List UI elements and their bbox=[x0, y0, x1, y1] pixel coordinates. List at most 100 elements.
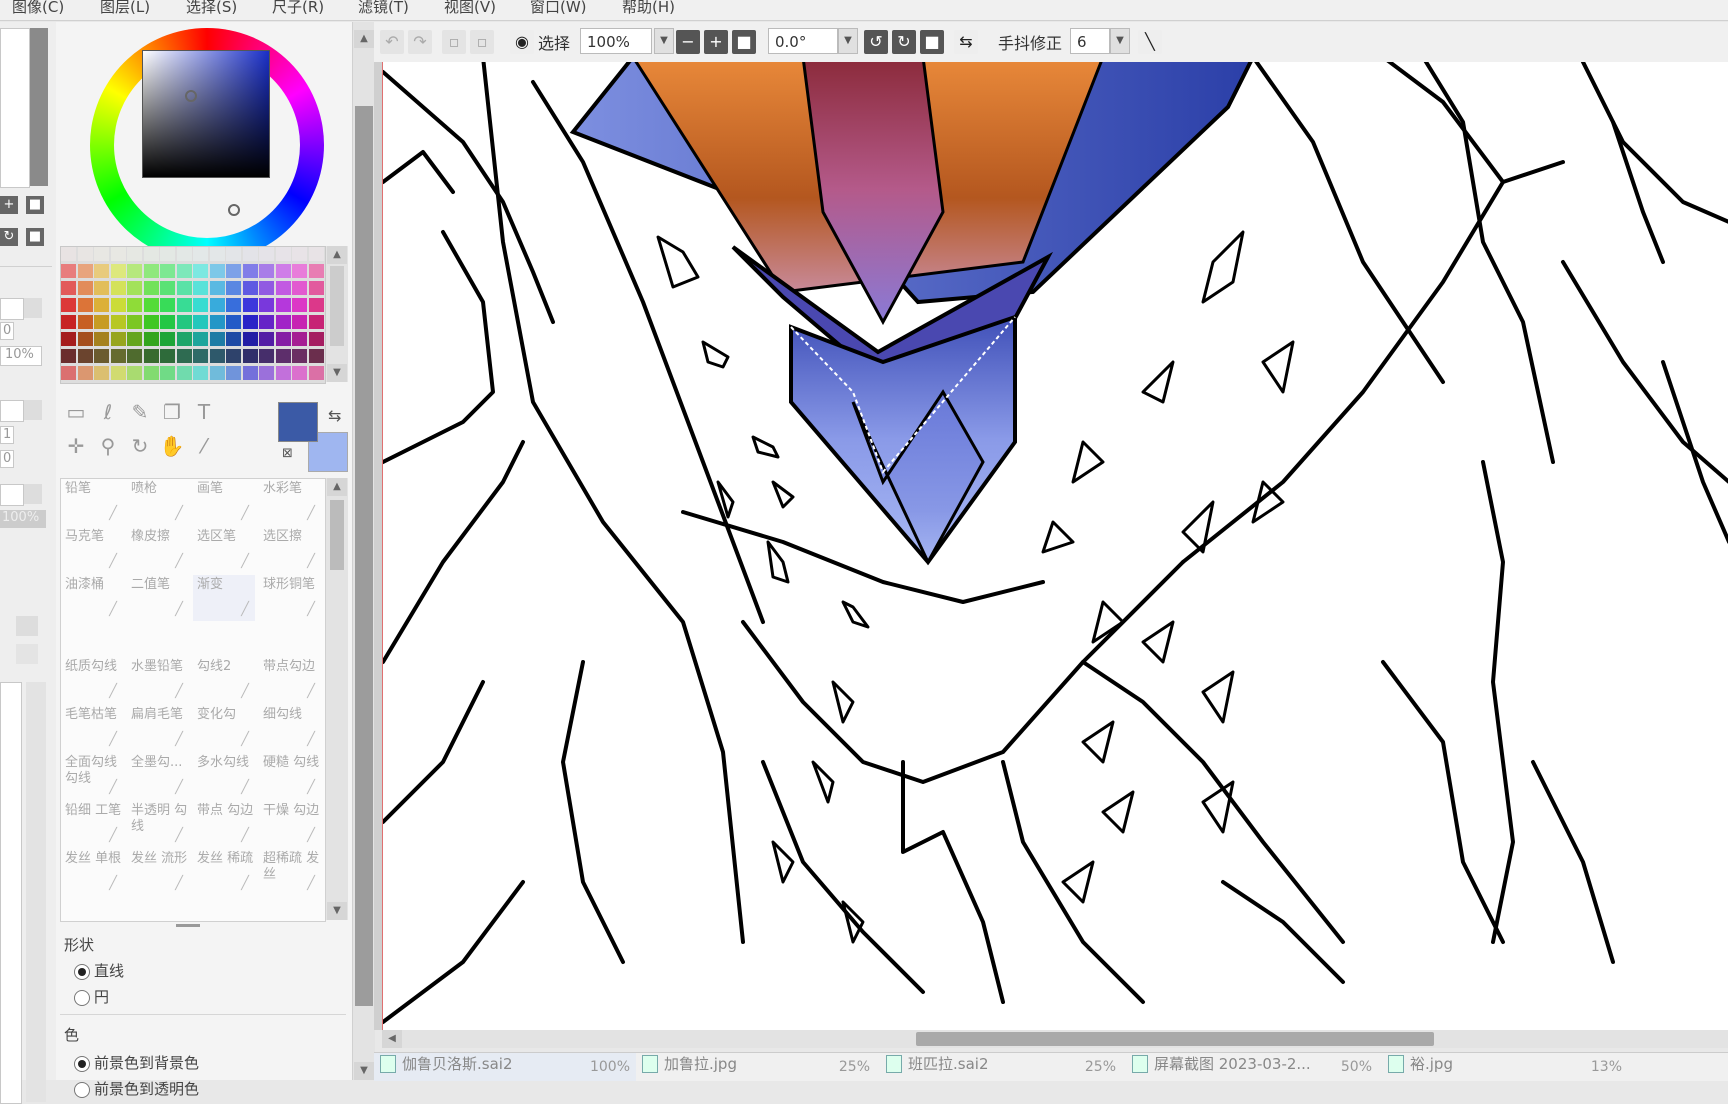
rotation-dropdown-icon[interactable]: ▼ bbox=[838, 28, 858, 54]
color-swatch[interactable] bbox=[209, 315, 225, 329]
foreground-color-swatch[interactable] bbox=[278, 402, 318, 442]
lasso-icon[interactable]: ℓ bbox=[94, 398, 122, 426]
color-swatch[interactable] bbox=[242, 298, 258, 312]
color-swatch[interactable] bbox=[209, 332, 225, 346]
document-tab[interactable]: 裕.jpg 13% bbox=[1382, 1053, 1632, 1081]
brush-slot[interactable]: 球形铜笔 ╱ bbox=[259, 575, 321, 621]
layer-mode-select[interactable] bbox=[0, 400, 24, 422]
color-swatch[interactable] bbox=[143, 332, 159, 346]
color-swatch[interactable] bbox=[94, 298, 109, 312]
color-swatch[interactable] bbox=[275, 315, 291, 329]
scroll-up-icon[interactable]: ▲ bbox=[327, 478, 347, 496]
color-swatch[interactable] bbox=[143, 247, 159, 261]
brush-scrollbar[interactable]: ▲ ▼ bbox=[326, 478, 348, 920]
color-swatch[interactable] bbox=[77, 366, 93, 380]
color-swatch[interactable] bbox=[292, 332, 307, 346]
color-swatch[interactable] bbox=[259, 247, 274, 261]
color-swatch[interactable] bbox=[110, 332, 126, 346]
color-swatch[interactable] bbox=[143, 366, 159, 380]
canvas-area[interactable] bbox=[374, 62, 1728, 1030]
color-swatch[interactable] bbox=[226, 332, 241, 346]
color-swatch[interactable] bbox=[209, 298, 225, 312]
color-swatch[interactable] bbox=[209, 264, 225, 278]
eyedropper-icon[interactable]: ⁄ bbox=[190, 432, 218, 460]
scroll-up-icon[interactable]: ▲ bbox=[354, 30, 374, 48]
swatch-scrollbar[interactable]: ▲ ▼ bbox=[326, 246, 348, 382]
scroll-down-icon[interactable]: ▼ bbox=[354, 1062, 374, 1080]
radio-icon[interactable] bbox=[74, 963, 90, 980]
select-box[interactable] bbox=[0, 484, 24, 506]
color-swatch[interactable] bbox=[193, 298, 208, 312]
saturation-value-square[interactable] bbox=[142, 50, 270, 178]
rect-select-icon[interactable]: ▭ bbox=[62, 398, 90, 426]
color-swatch[interactable] bbox=[193, 315, 208, 329]
move-icon[interactable]: ✛ bbox=[62, 432, 90, 460]
zoom-out-icon[interactable]: − bbox=[676, 30, 700, 54]
color-swatch[interactable] bbox=[77, 298, 93, 312]
canvas-horizontal-scrollbar[interactable]: ◀ bbox=[382, 1030, 1728, 1048]
color-swatch[interactable] bbox=[61, 298, 76, 312]
color-swatch[interactable] bbox=[242, 366, 258, 380]
flip-horizontal-icon[interactable]: ⇆ bbox=[954, 30, 978, 54]
brush-slot[interactable]: 勾线2 ╱ bbox=[193, 657, 255, 703]
brush-slot[interactable]: 超稀疏 发丝 ╱ bbox=[259, 849, 321, 895]
color-swatch[interactable] bbox=[292, 366, 307, 380]
color-swatch[interactable] bbox=[275, 298, 291, 312]
hue-marker[interactable] bbox=[228, 204, 240, 216]
value-box[interactable]: 0 bbox=[0, 450, 14, 468]
rotate-right-icon[interactable]: ↻ bbox=[892, 30, 916, 54]
scroll-left-icon[interactable]: ◀ bbox=[382, 1030, 402, 1048]
radio-icon[interactable] bbox=[74, 1055, 90, 1072]
color-swatch[interactable] bbox=[127, 298, 142, 312]
redo-icon[interactable]: ↷ bbox=[408, 30, 432, 54]
color-swatch[interactable] bbox=[110, 264, 126, 278]
brush-slot[interactable]: 铅笔 ╱ bbox=[61, 479, 123, 525]
brush-slot[interactable]: 橡皮擦 ╱ bbox=[127, 527, 189, 573]
color-swatch[interactable] bbox=[77, 281, 93, 295]
color-swatch[interactable] bbox=[160, 332, 175, 346]
color-swatch[interactable] bbox=[176, 315, 192, 329]
radio-icon[interactable] bbox=[74, 989, 90, 1006]
color-swatch[interactable] bbox=[308, 315, 324, 329]
color-swatch[interactable] bbox=[308, 281, 324, 295]
value-box[interactable]: 1 bbox=[0, 426, 14, 444]
brush-slot[interactable]: 发丝 单根 ╱ bbox=[61, 849, 123, 895]
color-swatch[interactable] bbox=[61, 332, 76, 346]
color-swatch[interactable] bbox=[94, 366, 109, 380]
layer-mask-icon[interactable] bbox=[16, 616, 38, 636]
brush-slot[interactable]: 画笔 ╱ bbox=[193, 479, 255, 525]
brush-slot[interactable]: 选区擦 ╱ bbox=[259, 527, 321, 573]
opacity-box[interactable]: 10% bbox=[0, 346, 42, 366]
menu-filter[interactable]: 滤镜(T) bbox=[358, 0, 409, 17]
color-swatch[interactable] bbox=[143, 298, 159, 312]
color-option-fg-to-transparent[interactable]: 前景色到透明色 bbox=[74, 1078, 199, 1099]
color-swatch[interactable] bbox=[61, 315, 76, 329]
color-swatch[interactable] bbox=[77, 264, 93, 278]
rotation-input[interactable]: 0.0° bbox=[768, 28, 838, 54]
color-swatch[interactable] bbox=[209, 247, 225, 261]
color-swatch[interactable] bbox=[176, 349, 192, 363]
color-swatch[interactable] bbox=[61, 281, 76, 295]
brush-slot[interactable]: 多水勾线 ╱ bbox=[193, 753, 255, 799]
color-swatch[interactable] bbox=[193, 264, 208, 278]
color-swatch[interactable] bbox=[226, 349, 241, 363]
drawing-canvas[interactable] bbox=[381, 62, 1728, 1030]
color-swatch[interactable] bbox=[275, 281, 291, 295]
canvas-scroll-thumb[interactable] bbox=[916, 1032, 1434, 1046]
color-swatch[interactable] bbox=[292, 247, 307, 261]
color-swatch[interactable] bbox=[143, 349, 159, 363]
color-swatch[interactable] bbox=[292, 298, 307, 312]
layer-list[interactable] bbox=[0, 682, 22, 1104]
color-swatch[interactable] bbox=[77, 247, 93, 261]
brush-slot[interactable]: 变化勾 ╱ bbox=[193, 705, 255, 751]
navigator-scrollbar[interactable] bbox=[30, 28, 48, 186]
color-swatch[interactable] bbox=[110, 281, 126, 295]
color-swatch[interactable] bbox=[94, 264, 109, 278]
color-swatch[interactable] bbox=[209, 349, 225, 363]
color-swatch[interactable] bbox=[259, 366, 274, 380]
brush-slot[interactable]: 干燥 勾边 ╱ bbox=[259, 801, 321, 847]
color-swatch[interactable] bbox=[193, 332, 208, 346]
brush-slot[interactable]: 渐变 ╱ bbox=[193, 575, 255, 621]
brush-slot[interactable]: 水墨铅笔 ╱ bbox=[127, 657, 189, 703]
scroll-down-icon[interactable]: ▼ bbox=[327, 364, 347, 382]
